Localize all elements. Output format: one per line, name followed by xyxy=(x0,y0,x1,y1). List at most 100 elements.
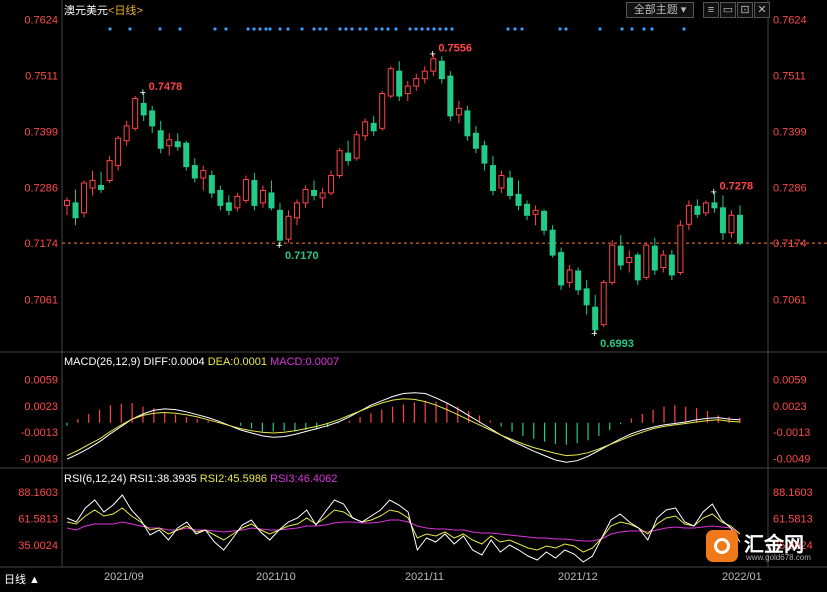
candle-up xyxy=(430,58,437,72)
candle-up xyxy=(294,202,301,219)
signal-dot xyxy=(324,27,328,31)
signal-dot xyxy=(374,27,378,31)
rsi-axis-tick-right: 88.1603 xyxy=(773,487,813,499)
price-axis-tick: 0.7174 xyxy=(24,238,58,250)
rsi1-line xyxy=(66,494,741,563)
minimize-icon[interactable]: ▭ xyxy=(720,2,736,18)
candle-up xyxy=(413,78,420,87)
candle-up xyxy=(685,204,692,225)
chart-canvas: 0.7624 0.7624 0.7511 0.7511 0.7399 0.7399 0.72… xyxy=(0,0,827,568)
rsi-axis-tick: 35.0024 xyxy=(18,540,58,552)
candle-up xyxy=(123,125,130,142)
signal-dot xyxy=(258,27,262,31)
x-tick-label: 2021/12 xyxy=(558,571,598,583)
candle-down xyxy=(208,175,215,194)
signal-dot xyxy=(364,27,368,31)
candle-down xyxy=(396,70,403,97)
candle-up xyxy=(132,98,139,129)
candle-down xyxy=(515,193,522,206)
signal-dot xyxy=(128,27,132,31)
signal-dot xyxy=(386,27,390,31)
rsi-title: RSI(6,12,24) xyxy=(64,473,127,485)
candle-down xyxy=(575,270,582,291)
signal-dot xyxy=(224,27,228,31)
symbol-label: 澳元美元 xyxy=(64,5,108,17)
signal-dot xyxy=(380,27,384,31)
rsi3-value: RSI3:46.4062 xyxy=(270,473,338,485)
signal-dot xyxy=(278,27,282,31)
watermark-url: www.gold678.com xyxy=(746,553,811,562)
rsi-axis-tick: 88.1603 xyxy=(18,487,58,499)
signal-dot xyxy=(564,27,568,31)
period-menu-button[interactable]: 日线 ▲ xyxy=(4,571,40,587)
signal-dot xyxy=(450,27,454,31)
signal-dot xyxy=(178,27,182,31)
high-price-label: 0.7556 xyxy=(438,42,472,54)
macd-diff-value: DIFF:0.0004 xyxy=(143,356,205,368)
candle-down xyxy=(447,75,454,117)
candle-down xyxy=(489,165,496,191)
price-axis-tick-right: 0.7174 xyxy=(773,238,807,250)
candle-down xyxy=(558,252,565,286)
macd-axis-tick: 0.0059 xyxy=(24,375,58,387)
signal-dot xyxy=(394,27,398,31)
candle-up xyxy=(643,244,650,278)
candle-up xyxy=(626,257,633,264)
price-axis-tick-right: 0.7511 xyxy=(773,71,806,83)
candle-down xyxy=(217,189,224,206)
menu-icon[interactable]: ≡ xyxy=(703,2,719,18)
signal-dot xyxy=(432,27,436,31)
signal-dot xyxy=(682,27,686,31)
signal-dot xyxy=(620,27,624,31)
candle-down xyxy=(268,192,275,209)
candle-down xyxy=(98,184,105,190)
macd-axis-tick: -0.0049 xyxy=(21,454,58,466)
signal-dot xyxy=(264,27,268,31)
low-price-label: 0.7170 xyxy=(285,250,319,262)
maximize-icon[interactable]: ⊡ xyxy=(737,2,753,18)
candle-down xyxy=(149,110,156,127)
theme-button[interactable]: 全部主题 ▾ xyxy=(626,2,694,18)
signal-dot xyxy=(642,27,646,31)
price-axis-tick-right: 0.7624 xyxy=(773,14,807,26)
price-axis-tick-right: 0.7399 xyxy=(773,126,807,138)
signal-dot xyxy=(350,27,354,31)
candle-up xyxy=(532,209,539,215)
x-tick-label: 2021/10 xyxy=(256,571,296,583)
candle-up xyxy=(728,214,735,234)
high-price-label: 0.7478 xyxy=(149,81,183,93)
macd-macd-value: MACD:0.0007 xyxy=(270,356,340,368)
candle-down xyxy=(72,202,79,219)
signal-dot xyxy=(344,27,348,31)
candle-up xyxy=(285,215,292,240)
period-label: 日线 xyxy=(114,5,137,17)
candle-up xyxy=(421,70,428,80)
candle-up xyxy=(336,150,343,177)
x-tick-label: 2021/11 xyxy=(405,571,444,583)
candle-down xyxy=(506,177,513,196)
candle-up xyxy=(379,93,386,129)
extreme-marker: + xyxy=(276,240,282,252)
candle-up xyxy=(81,182,88,214)
high-price-label: 0.7278 xyxy=(719,180,753,192)
candle-up xyxy=(200,170,207,179)
price-axis-tick: 0.7511 xyxy=(25,71,58,83)
candle-up xyxy=(319,192,326,199)
rsi-axis-tick-right: 61.5813 xyxy=(773,513,813,525)
candle-down xyxy=(541,210,548,231)
signal-dot xyxy=(268,27,272,31)
close-icon[interactable]: ✕ xyxy=(754,2,770,18)
signal-dot xyxy=(520,27,524,31)
candle-up xyxy=(404,85,411,95)
candle-up xyxy=(115,137,122,167)
macd-legend: MACD(26,12,9) DIFF:0.0004 DEA:0.0001 MAC… xyxy=(64,356,339,368)
candle-down xyxy=(719,207,726,234)
signal-dot xyxy=(318,27,322,31)
candle-up xyxy=(353,134,360,159)
macd-axis-tick-right: -0.0049 xyxy=(773,454,810,466)
candle-down xyxy=(711,202,718,209)
price-axis-tick-right: 0.7061 xyxy=(773,294,807,306)
candle-down xyxy=(311,189,318,196)
symbol-title: 澳元美元<日线> xyxy=(64,5,143,17)
candle-up xyxy=(677,224,684,273)
